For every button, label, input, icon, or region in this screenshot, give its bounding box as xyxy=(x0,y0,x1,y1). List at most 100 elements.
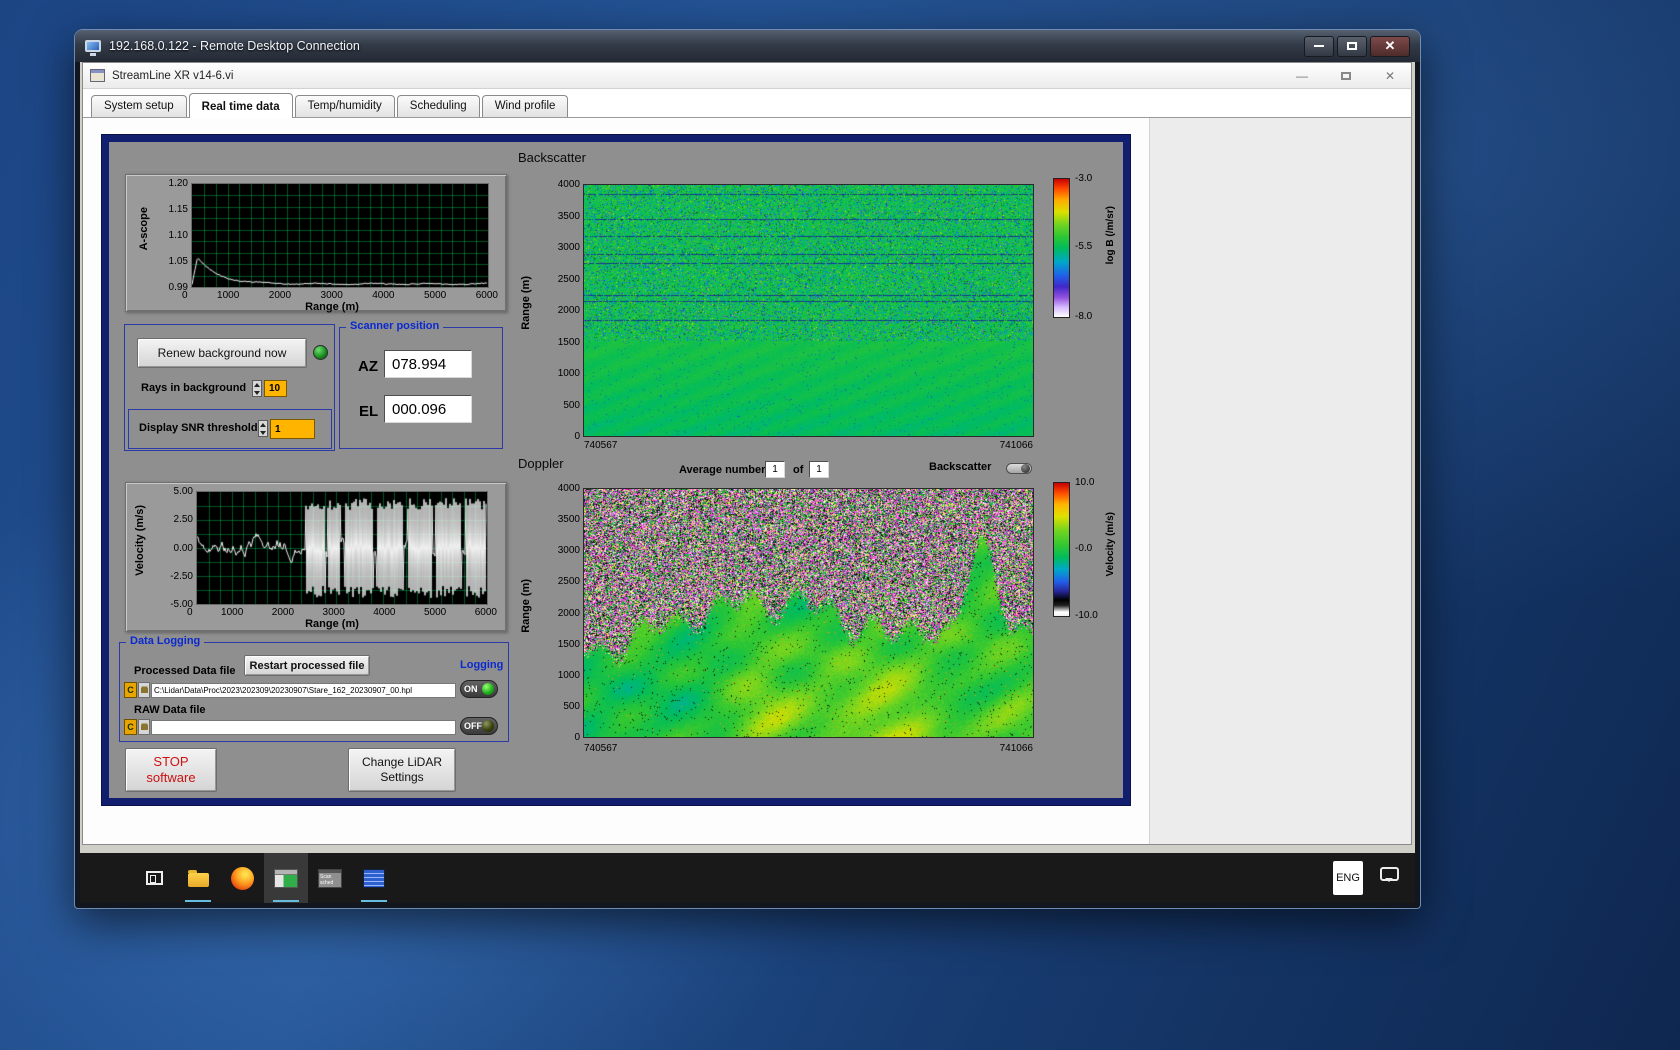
app-close-button[interactable]: ✕ xyxy=(1376,69,1404,83)
doppler-y-axis: 40003500300025002000150010005000 xyxy=(538,483,580,743)
raw-data-file-label: RAW Data file xyxy=(134,704,206,716)
tick-label: 2500 xyxy=(558,274,580,285)
processed-logging-switch[interactable]: ON xyxy=(460,680,498,698)
tick-label: 2000 xyxy=(272,607,294,618)
tick-label: 5000 xyxy=(424,290,446,301)
snr-threshold-group: Display SNR threshold 1 xyxy=(128,409,332,449)
processed-data-file-label: Processed Data file xyxy=(134,665,236,677)
backscatter-heatmap xyxy=(584,185,1033,436)
language-indicator[interactable]: ENG xyxy=(1333,861,1363,895)
app-title: StreamLine XR v14-6.vi xyxy=(112,70,1272,82)
tab-wind-profile[interactable]: Wind profile xyxy=(482,95,569,117)
on-label: ON xyxy=(464,684,478,694)
tick-label: 2000 xyxy=(558,608,580,619)
colorbar-tick: -8.0 xyxy=(1075,311,1092,322)
backscatter-x-end: 741066 xyxy=(933,440,1033,451)
processed-browse-icon[interactable] xyxy=(138,682,150,698)
renew-background-button[interactable]: Renew background now xyxy=(137,338,307,368)
app-minimize-button[interactable]: — xyxy=(1288,69,1316,83)
rdp-minimize-button[interactable] xyxy=(1304,36,1334,57)
on-indicator xyxy=(482,683,494,695)
rdp-close-button[interactable]: ✕ xyxy=(1370,36,1410,57)
backscatter-y-axis: 40003500300025002000150010005000 xyxy=(538,179,580,442)
snr-value-field[interactable]: 1 xyxy=(270,419,315,439)
running-indicator xyxy=(273,900,299,902)
backscatter-toggle[interactable] xyxy=(1006,463,1032,474)
data-logging-title: Data Logging xyxy=(126,635,204,647)
rays-spinner[interactable] xyxy=(252,380,262,397)
remote-taskbar: Scansched ENG xyxy=(80,853,1415,903)
task-view-icon xyxy=(146,871,163,885)
tick-label: 3000 xyxy=(323,607,345,618)
tick-label: 0 xyxy=(187,607,193,618)
scan-scheduler-button[interactable]: Scansched xyxy=(308,853,352,903)
notification-chat-icon[interactable] xyxy=(1380,867,1399,881)
tab-real-time-data[interactable]: Real time data xyxy=(189,93,293,118)
velocity-y-label: Velocity (m/s) xyxy=(134,505,146,576)
colorbar-tick: 10.0 xyxy=(1075,477,1094,488)
tab-system-setup[interactable]: System setup xyxy=(91,95,187,117)
restart-processed-file-button[interactable]: Restart processed file xyxy=(244,655,370,676)
scan-icon-text2: sched xyxy=(320,880,333,886)
change-lidar-settings-button[interactable]: Change LiDAR Settings xyxy=(348,748,456,792)
tick-label: 5.00 xyxy=(174,486,193,497)
schedule-app-icon xyxy=(363,869,385,888)
running-indicator xyxy=(185,900,211,902)
snr-spinner[interactable] xyxy=(258,420,268,437)
raw-browse-icon[interactable] xyxy=(138,719,150,735)
desktop: { "rdp": { "title": "192.168.0.122 - Rem… xyxy=(0,0,1680,1050)
file-explorer-button[interactable] xyxy=(176,853,220,903)
raw-path-field[interactable] xyxy=(151,720,456,735)
tick-label: 1000 xyxy=(221,607,243,618)
task-view-button[interactable] xyxy=(132,853,176,903)
backscatter-colorbar-label: log B (/m/sr) xyxy=(1105,206,1116,264)
average-count-field[interactable]: 1 xyxy=(809,461,829,478)
tick-label: 2000 xyxy=(269,290,291,301)
rays-in-background-label: Rays in background xyxy=(141,382,246,394)
raw-drive-box[interactable]: C xyxy=(124,719,137,735)
scan-scheduler-icon: Scansched xyxy=(318,869,342,888)
rdp-maximize-button[interactable] xyxy=(1337,36,1367,57)
app-maximize-button[interactable] xyxy=(1332,69,1360,83)
stop-software-button[interactable]: STOP software xyxy=(125,748,217,792)
tab-scheduling[interactable]: Scheduling xyxy=(397,95,480,117)
tick-label: 5000 xyxy=(424,607,446,618)
tick-label: 3000 xyxy=(558,545,580,556)
processed-path-field[interactable]: C:\Lidar\Data\Proc\2023\202309\20230907\… xyxy=(151,683,456,698)
tick-label: 1500 xyxy=(558,639,580,650)
velocity-x-label: Range (m) xyxy=(252,618,412,630)
firefox-icon xyxy=(231,867,254,890)
colorbar-tick: -5.5 xyxy=(1075,241,1092,252)
snr-threshold-label: Display SNR threshold xyxy=(139,422,258,434)
processed-drive-box[interactable]: C xyxy=(124,682,137,698)
ascope-x-axis: 0100020003000400050006000 xyxy=(182,290,498,301)
backscatter-colorbar xyxy=(1053,178,1070,318)
colorbar-tick: -0.0 xyxy=(1075,543,1092,554)
tick-label: 6000 xyxy=(475,607,497,618)
tick-label: 1.15 xyxy=(169,204,188,215)
rays-value-field[interactable]: 10 xyxy=(264,380,287,397)
tick-label: 2.50 xyxy=(174,514,193,525)
tick-label: 0.00 xyxy=(174,543,193,554)
rdp-title: 192.168.0.122 - Remote Desktop Connectio… xyxy=(109,39,1301,53)
velocity-y-axis: 5.002.500.00-2.50-5.00 xyxy=(153,486,193,610)
raw-logging-switch[interactable]: OFF xyxy=(460,717,498,735)
rdp-titlebar[interactable]: 192.168.0.122 - Remote Desktop Connectio… xyxy=(75,30,1420,62)
schedule-app-button[interactable] xyxy=(352,853,396,903)
az-value: 078.994 xyxy=(384,350,472,378)
ascope-x-label: Range (m) xyxy=(252,301,412,313)
maximize-icon xyxy=(1341,72,1351,80)
average-number-field[interactable]: 1 xyxy=(765,461,785,478)
app-titlebar[interactable]: StreamLine XR v14-6.vi — ✕ xyxy=(83,63,1411,89)
tab-strip: System setup Real time data Temp/humidit… xyxy=(91,90,570,117)
tab-temp-humidity[interactable]: Temp/humidity xyxy=(295,95,395,117)
logging-label: Logging xyxy=(456,659,507,671)
streamline-app-button[interactable] xyxy=(264,853,308,903)
firefox-button[interactable] xyxy=(220,853,264,903)
lidar-panel: 1.201.151.101.050.99 A-scope 01000200030… xyxy=(101,134,1131,806)
tick-label: 4000 xyxy=(558,179,580,190)
rdp-window: 192.168.0.122 - Remote Desktop Connectio… xyxy=(75,30,1420,908)
tick-label: 1.05 xyxy=(169,256,188,267)
app-window: StreamLine XR v14-6.vi — ✕ System setup … xyxy=(82,62,1412,845)
doppler-x-end: 741066 xyxy=(933,743,1033,754)
